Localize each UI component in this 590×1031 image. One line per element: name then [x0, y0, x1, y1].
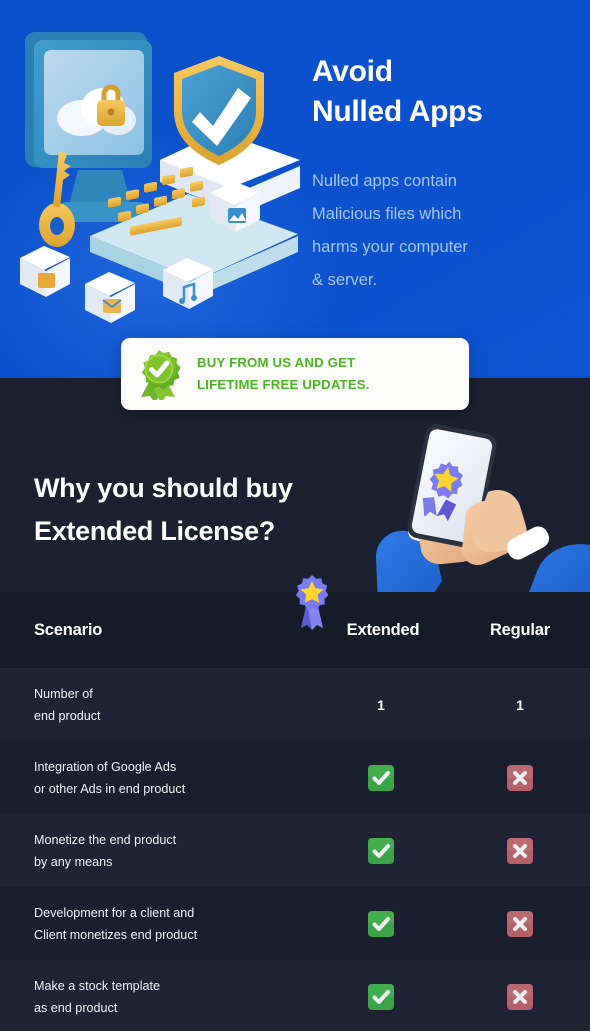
- table-row: Monetize the end product by any means: [0, 814, 590, 887]
- row-regular-value: [450, 983, 590, 1010]
- star-award-ribbon-icon: [295, 574, 329, 632]
- row-label-line-1: Number of: [34, 686, 93, 701]
- buy-card-text: BUY FROM US AND GET LIFETIME FREE UPDATE…: [197, 352, 370, 396]
- row-label-line-2: Client monetizes end product: [34, 927, 198, 942]
- hero-title-line-2: Nulled Apps: [312, 95, 483, 128]
- hero-section: Avoid Nulled Apps Nulled apps contain Ma…: [0, 0, 590, 378]
- row-label-line-1: Make a stock template: [34, 978, 160, 993]
- row-label-line-1: Development for a client and: [34, 905, 195, 920]
- cross-icon: [507, 910, 533, 937]
- header-extended: Extended: [346, 620, 420, 639]
- table-row: Make a stock template as end product: [0, 960, 590, 1031]
- row-extended-value: [312, 983, 450, 1010]
- cross-icon: [507, 764, 533, 791]
- hero-text-block: Avoid Nulled Apps Nulled apps contain Ma…: [312, 52, 580, 297]
- buy-card-line-1: BUY FROM US AND GET: [197, 355, 356, 370]
- cross-icon: [507, 983, 533, 1010]
- check-icon: [368, 983, 394, 1010]
- hero-sub-line-1: Nulled apps contain: [312, 172, 457, 190]
- license-comparison-table: Scenario Extended Regular Number of end …: [0, 575, 590, 1031]
- header-scenario: Scenario: [34, 620, 103, 639]
- why-heading-line-2: Extended License?: [34, 516, 275, 546]
- check-icon: [368, 837, 394, 864]
- row-label-line-2: as end product: [34, 1000, 118, 1015]
- check-icon: [368, 910, 394, 937]
- table-row: Development for a client and Client mone…: [0, 887, 590, 960]
- hero-sub-line-4: & server.: [312, 271, 378, 289]
- row-regular-value: [450, 910, 590, 937]
- row-label: Number of end product: [0, 683, 312, 727]
- cube-folder-icon: [20, 246, 70, 297]
- buy-from-us-card[interactable]: BUY FROM US AND GET LIFETIME FREE UPDATE…: [121, 338, 469, 410]
- row-label-line-2: end product: [34, 708, 101, 723]
- row-label-line-1: Integration of Google Ads: [34, 759, 177, 774]
- table-header-row: Scenario Extended Regular: [0, 592, 590, 668]
- row-extended-value: [312, 910, 450, 937]
- row-label: Integration of Google Ads or other Ads i…: [0, 756, 312, 800]
- green-check-badge-icon: [135, 348, 183, 403]
- security-3d-illustration: [0, 20, 300, 330]
- regular-count: 1: [516, 696, 524, 713]
- marketing-page: Avoid Nulled Apps Nulled apps contain Ma…: [0, 0, 590, 1031]
- row-extended-value: [312, 837, 450, 864]
- row-regular-value: 1: [450, 697, 590, 713]
- hero-sub-line-3: harms your computer: [312, 238, 468, 256]
- buy-card-line-2: LIFETIME FREE UPDATES.: [197, 377, 370, 392]
- row-label-line-2: by any means: [34, 854, 113, 869]
- why-heading-line-1: Why you should buy: [34, 473, 293, 503]
- row-extended-value: 1: [312, 697, 450, 713]
- table-row: Integration of Google Ads or other Ads i…: [0, 741, 590, 814]
- row-label-line-2: or other Ads in end product: [34, 781, 186, 796]
- cube-mail-icon: [85, 272, 135, 323]
- header-regular: Regular: [489, 620, 551, 639]
- hero-title-line-1: Avoid: [312, 55, 393, 88]
- table-row: Number of end product 1 1: [0, 668, 590, 741]
- row-extended-value: [312, 764, 450, 791]
- row-label: Development for a client and Client mone…: [0, 902, 312, 946]
- check-icon: [368, 764, 394, 791]
- cross-icon: [507, 837, 533, 864]
- hero-title: Avoid Nulled Apps: [312, 52, 580, 132]
- extended-count: 1: [377, 696, 385, 713]
- why-heading: Why you should buy Extended License?: [34, 467, 414, 553]
- row-regular-value: [450, 764, 590, 791]
- row-label: Make a stock template as end product: [0, 975, 312, 1019]
- hero-subtitle: Nulled apps contain Malicious files whic…: [312, 165, 580, 297]
- row-regular-value: [450, 837, 590, 864]
- hero-sub-line-2: Malicious files which: [312, 205, 462, 223]
- row-label-line-1: Monetize the end product: [34, 832, 177, 847]
- row-label: Monetize the end product by any means: [0, 829, 312, 873]
